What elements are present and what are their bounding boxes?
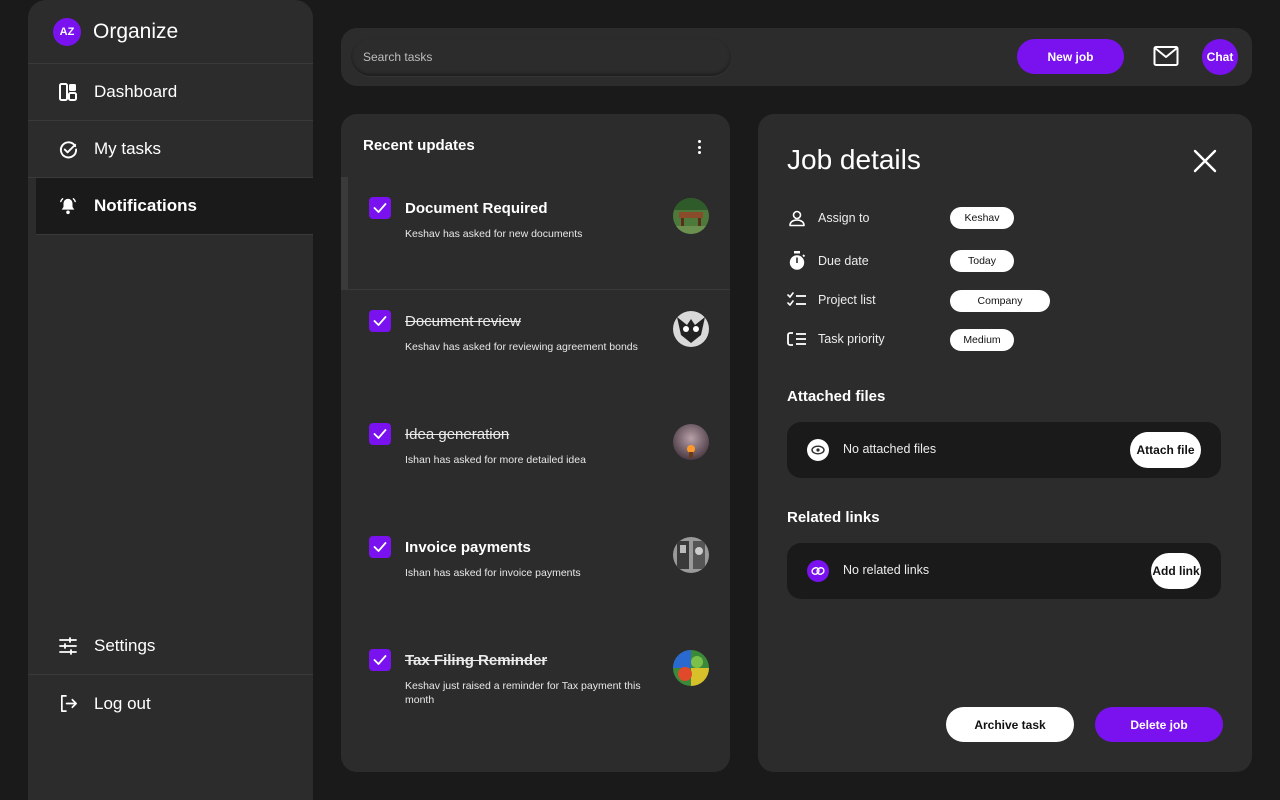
sidebar-item-notifications[interactable]: Notifications — [36, 178, 313, 235]
field-project-list: Project list — [786, 288, 876, 312]
due-date-pill[interactable]: Today — [950, 250, 1014, 272]
task-title: Document review — [405, 313, 521, 330]
sidebar-item-label: My tasks — [94, 139, 162, 158]
dashboard-icon — [58, 82, 78, 102]
field-label: Due date — [818, 254, 869, 268]
task-subtitle: Keshav just raised a reminder for Tax pa… — [405, 680, 641, 706]
bell-icon — [58, 196, 78, 216]
attach-file-button[interactable]: Attach file — [1130, 432, 1201, 468]
task-title: Idea generation — [405, 426, 510, 443]
avatar — [673, 198, 709, 234]
logout-icon — [58, 694, 78, 714]
project-pill[interactable]: Company — [950, 290, 1050, 312]
sidebar-item-settings[interactable]: Settings — [28, 618, 313, 675]
chat-button[interactable]: Chat — [1202, 39, 1238, 75]
avatar — [673, 424, 709, 460]
top-bar: New job Chat — [341, 28, 1252, 86]
sidebar-item-dashboard[interactable]: Dashboard — [28, 64, 313, 121]
field-label: Assign to — [818, 211, 870, 225]
task-checkbox[interactable] — [369, 197, 391, 219]
check-circle-icon — [58, 139, 78, 159]
panel-title: Job details — [787, 144, 921, 175]
sidebar-item-logout[interactable]: Log out — [28, 675, 313, 732]
avatar — [673, 311, 709, 347]
task-item[interactable]: Document review Keshav has asked for rev… — [341, 290, 730, 403]
attached-files-box: No attached files Attach file — [787, 422, 1221, 478]
sliders-icon — [58, 636, 78, 656]
task-title: Invoice payments — [405, 539, 531, 556]
task-item[interactable]: Idea generation Ishan has asked for more… — [341, 403, 730, 516]
related-links-title: Related links — [787, 509, 880, 526]
recent-updates-panel: Recent updates Document Required Keshav … — [341, 114, 730, 772]
field-assign-to: Assign to — [786, 206, 869, 230]
task-item[interactable]: Invoice payments Ishan has asked for inv… — [341, 516, 730, 629]
field-label: Project list — [818, 293, 876, 307]
person-icon — [786, 207, 808, 229]
task-subtitle: Keshav has asked for reviewing agreement… — [405, 341, 638, 353]
more-options-icon[interactable] — [693, 138, 705, 156]
sidebar-item-label: Notifications — [94, 196, 197, 215]
task-subtitle: Keshav has asked for new documents — [405, 228, 583, 240]
sidebar-item-label: Settings — [94, 636, 156, 655]
task-subtitle: Ishan has asked for invoice payments — [405, 567, 581, 579]
task-title: Document Required — [405, 200, 548, 217]
link-icon — [807, 560, 829, 582]
attached-files-title: Attached files — [787, 388, 886, 405]
task-item[interactable]: Tax Filing Reminder Keshav just raised a… — [341, 629, 730, 742]
close-icon[interactable] — [1192, 148, 1218, 174]
related-links-box: No related links Add link — [787, 543, 1221, 599]
app-logo[interactable]: AZ — [53, 17, 81, 46]
field-task-priority: Task priority — [786, 327, 885, 351]
delete-job-button[interactable]: Delete job — [1095, 707, 1223, 742]
sidebar-bottom: Settings Log out — [28, 618, 313, 732]
task-checkbox[interactable] — [369, 649, 391, 671]
stopwatch-icon — [786, 250, 808, 272]
sidebar-item-label: Log out — [94, 693, 151, 713]
priority-pill[interactable]: Medium — [950, 329, 1014, 351]
eye-icon — [807, 439, 829, 461]
sidebar-item-label: Dashboard — [94, 82, 178, 101]
task-checkbox[interactable] — [369, 310, 391, 332]
field-due-date: Due date — [786, 249, 869, 273]
brand: AZ Organize — [28, 0, 313, 64]
checklist-icon — [786, 289, 808, 311]
add-link-button[interactable]: Add link — [1151, 553, 1201, 589]
app-name: Organize — [93, 19, 179, 43]
task-checkbox[interactable] — [369, 536, 391, 558]
new-job-button[interactable]: New job — [1017, 39, 1124, 74]
task-title: Tax Filing Reminder — [405, 652, 548, 669]
task-checkbox[interactable] — [369, 423, 391, 445]
job-details-panel: Job details Assign to Keshav Due date To… — [758, 114, 1252, 772]
sidebar: AZ Organize Dashboard My tasks Notificat… — [28, 0, 313, 800]
field-label: Task priority — [818, 332, 885, 346]
search-input[interactable] — [351, 38, 731, 76]
archive-task-button[interactable]: Archive task — [946, 707, 1074, 742]
panel-title: Recent updates — [363, 137, 475, 154]
priority-list-icon — [786, 328, 808, 350]
mail-icon[interactable] — [1153, 45, 1179, 67]
assignee-pill[interactable]: Keshav — [950, 207, 1014, 229]
task-item[interactable]: Document Required Keshav has asked for n… — [341, 177, 730, 290]
task-subtitle: Ishan has asked for more detailed idea — [405, 454, 586, 466]
empty-files-text: No attached files — [843, 442, 937, 456]
avatar — [673, 537, 709, 573]
avatar — [673, 650, 709, 686]
sidebar-item-my-tasks[interactable]: My tasks — [28, 121, 313, 178]
empty-links-text: No related links — [843, 563, 930, 577]
